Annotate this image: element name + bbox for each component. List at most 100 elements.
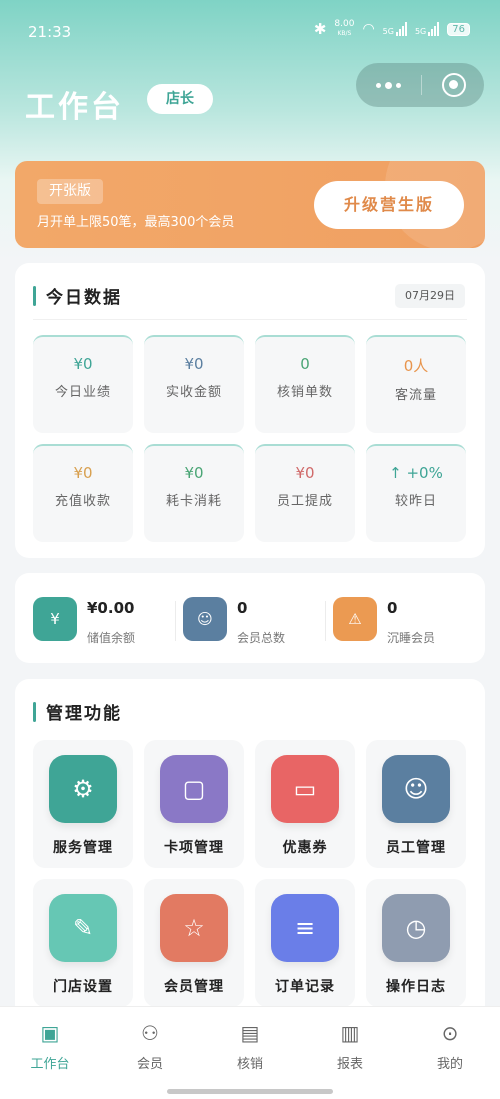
management-label: 员工管理 (386, 840, 446, 856)
tab-label: 工作台 (30, 1057, 70, 1072)
today-data-card: 今日数据 07月29日 ¥0 今日业绩 ¥0 实收金额 0 核销单数 0人客流量 ¥0 充值收款… (15, 263, 485, 558)
list-icon: ≡ (271, 894, 339, 962)
bluetooth-icon: ✱ (313, 20, 327, 38)
stat-label: 员工提成 (276, 494, 333, 509)
tab-chart[interactable]: ▥ 报表 (300, 1021, 400, 1072)
date-badge[interactable]: 07月29日 (395, 284, 465, 308)
close-miniprogram-icon[interactable] (442, 73, 466, 97)
new-icon: ▤ (240, 1021, 260, 1045)
chart-icon: ▥ (340, 1021, 360, 1045)
stat-value: ¥0 (184, 464, 204, 482)
signal-icon (395, 22, 407, 36)
summary-text: 0 沉睡会员 (387, 597, 435, 646)
stat-label: 实收金额 (165, 385, 222, 400)
stat-label: 耗卡消耗 (165, 494, 222, 509)
stat-value: 0人 (403, 357, 429, 375)
summary-item[interactable]: ¥ ¥0.00 储值余额 (33, 597, 135, 646)
plan-banner: 开张版 月开单上限50笔，最高300个会员 升级营生版 (15, 161, 485, 248)
summary-label: 沉睡会员 (387, 631, 436, 645)
dashboard-icon: ▣ (40, 1021, 60, 1045)
management-label: 服务管理 (53, 840, 113, 856)
ticket-icon: ▭ (271, 755, 339, 823)
stat-label: 今日业绩 (54, 385, 111, 400)
status-icons: ✱ 8.00 KB/S ◠ 5G 5G 76 (314, 20, 470, 38)
plan-description: 月开单上限50笔，最高300个会员 (37, 215, 235, 230)
summary-label: 储值余额 (87, 631, 136, 645)
sim2-signal: 5G (415, 22, 440, 36)
summary-label: 会员总数 (237, 631, 286, 645)
status-time: 21:33 (28, 23, 72, 41)
stat-tile[interactable]: 0人客流量 (366, 335, 466, 433)
status-bar: 21:33 ✱ 8.00 KB/S ◠ 5G 5G 76 (0, 0, 500, 62)
wifi-icon: ◠ (362, 21, 375, 37)
tab-label: 报表 (336, 1057, 363, 1072)
section-title: 今日数据 (33, 283, 122, 308)
management-card: 管理功能 ⚙ 服务管理 ▢ 卡项管理 ▭ 优惠券 ☺ 员工管理 ✎ 门店设置 ☆ 会员管理 ≡ 订单记录 ◷… (15, 679, 485, 1019)
stat-value: ↑ +0% (389, 464, 443, 482)
management-grid: ⚙ 服务管理 ▢ 卡项管理 ▭ 优惠券 ☺ 员工管理 ✎ 门店设置 ☆ 会员管理 ≡ 订单记录 ◷ 操作日志 (33, 740, 467, 1007)
star-icon: ☆ (160, 894, 228, 962)
stat-grid: ¥0 今日业绩 ¥0 实收金额 0 核销单数 0人 客流量 ¥0 充值收款 ¥0 耗卡消耗 ¥0 员工提成… (33, 335, 467, 542)
plan-tag: 开张版 (37, 179, 103, 204)
management-label: 门店设置 (53, 979, 113, 995)
management-item[interactable]: ▭ 优惠券 (255, 740, 355, 868)
management-item[interactable]: ☆ 会员管理 (144, 879, 244, 1007)
role-badge: 店长 (147, 84, 213, 114)
stat-value: 0 (300, 355, 310, 373)
signal-icon (428, 22, 440, 36)
upgrade-button[interactable]: 升级营生版 (314, 181, 464, 229)
management-item[interactable]: ✎ 门店设置 (33, 879, 133, 1007)
tab-label: 会员 (136, 1057, 163, 1072)
stat-tile[interactable]: ↑ +0% 较昨日 (366, 444, 466, 542)
management-label: 优惠券 (282, 840, 328, 856)
tab-label: 核销 (236, 1057, 263, 1072)
management-item[interactable]: ☺ 员工管理 (366, 740, 466, 868)
profile-icon: ⊙ (441, 1021, 459, 1045)
stat-tile[interactable]: ¥0 员工提成 (255, 444, 355, 542)
summary-text: 0 会员总数 (237, 597, 285, 646)
summary-value: ¥0.00 (87, 599, 135, 617)
stat-label: 客流量 (394, 388, 437, 403)
stat-label: 较昨日 (394, 494, 437, 509)
summary-text: ¥0.00 储值余额 (87, 597, 135, 646)
more-icon[interactable] (376, 81, 401, 89)
management-item[interactable]: ◷ 操作日志 (366, 879, 466, 1007)
member-summary-card: ¥ ¥0.00 储值余额 ☺ 0 会员总数 ⚠ 0 沉睡会员 (15, 573, 485, 663)
management-item[interactable]: ⚙ 服务管理 (33, 740, 133, 868)
management-label: 操作日志 (386, 979, 446, 995)
net-speed: 8.00 KB/S (334, 19, 355, 38)
summary-value: 0 (387, 599, 398, 617)
summary-item[interactable]: ☺ 0 会员总数 (183, 597, 285, 646)
stat-label: 核销单数 (276, 385, 333, 400)
management-label: 卡项管理 (164, 840, 224, 856)
management-item[interactable]: ≡ 订单记录 (255, 879, 355, 1007)
tab-bar: ▣ 工作台 ⚇ 会员 ▤ 核销 ▥ 报表 ⊙ 我的 (0, 1006, 500, 1099)
pencil-icon: ✎ (49, 894, 117, 962)
management-label: 会员管理 (164, 979, 224, 995)
stat-tile[interactable]: ¥0 耗卡消耗 (144, 444, 244, 542)
management-item[interactable]: ▢ 卡项管理 (144, 740, 244, 868)
summary-item[interactable]: ⚠ 0 沉睡会员 (333, 597, 435, 646)
stat-value: ¥0 (184, 355, 204, 373)
stat-value: ¥0 (73, 355, 93, 373)
tab-label: 我的 (436, 1057, 463, 1072)
stat-tile[interactable]: ¥0 今日业绩 (33, 335, 133, 433)
management-label: 订单记录 (275, 979, 335, 995)
clock-icon: ◷ (382, 894, 450, 962)
stat-label: 充值收款 (54, 494, 111, 509)
members-icon: ⚇ (141, 1021, 159, 1045)
stat-value: ¥0 (73, 464, 93, 482)
tab-new[interactable]: ▤ 核销 (200, 1021, 300, 1072)
section-title: 管理功能 (33, 699, 122, 724)
tab-profile[interactable]: ⊙ 我的 (400, 1021, 500, 1072)
battery-icon: 76 (447, 22, 470, 36)
person-icon: ☺ (183, 597, 227, 641)
gear-icon: ⚙ (49, 755, 117, 823)
stat-tile[interactable]: ¥0 实收金额 (144, 335, 244, 433)
tab-members[interactable]: ⚇ 会员 (100, 1021, 200, 1072)
stat-tile[interactable]: 0 核销单数 (255, 335, 355, 433)
home-indicator (167, 1089, 333, 1094)
stat-tile[interactable]: ¥0 充值收款 (33, 444, 133, 542)
person-icon: ☺ (382, 755, 450, 823)
tab-dashboard[interactable]: ▣ 工作台 (0, 1021, 100, 1072)
